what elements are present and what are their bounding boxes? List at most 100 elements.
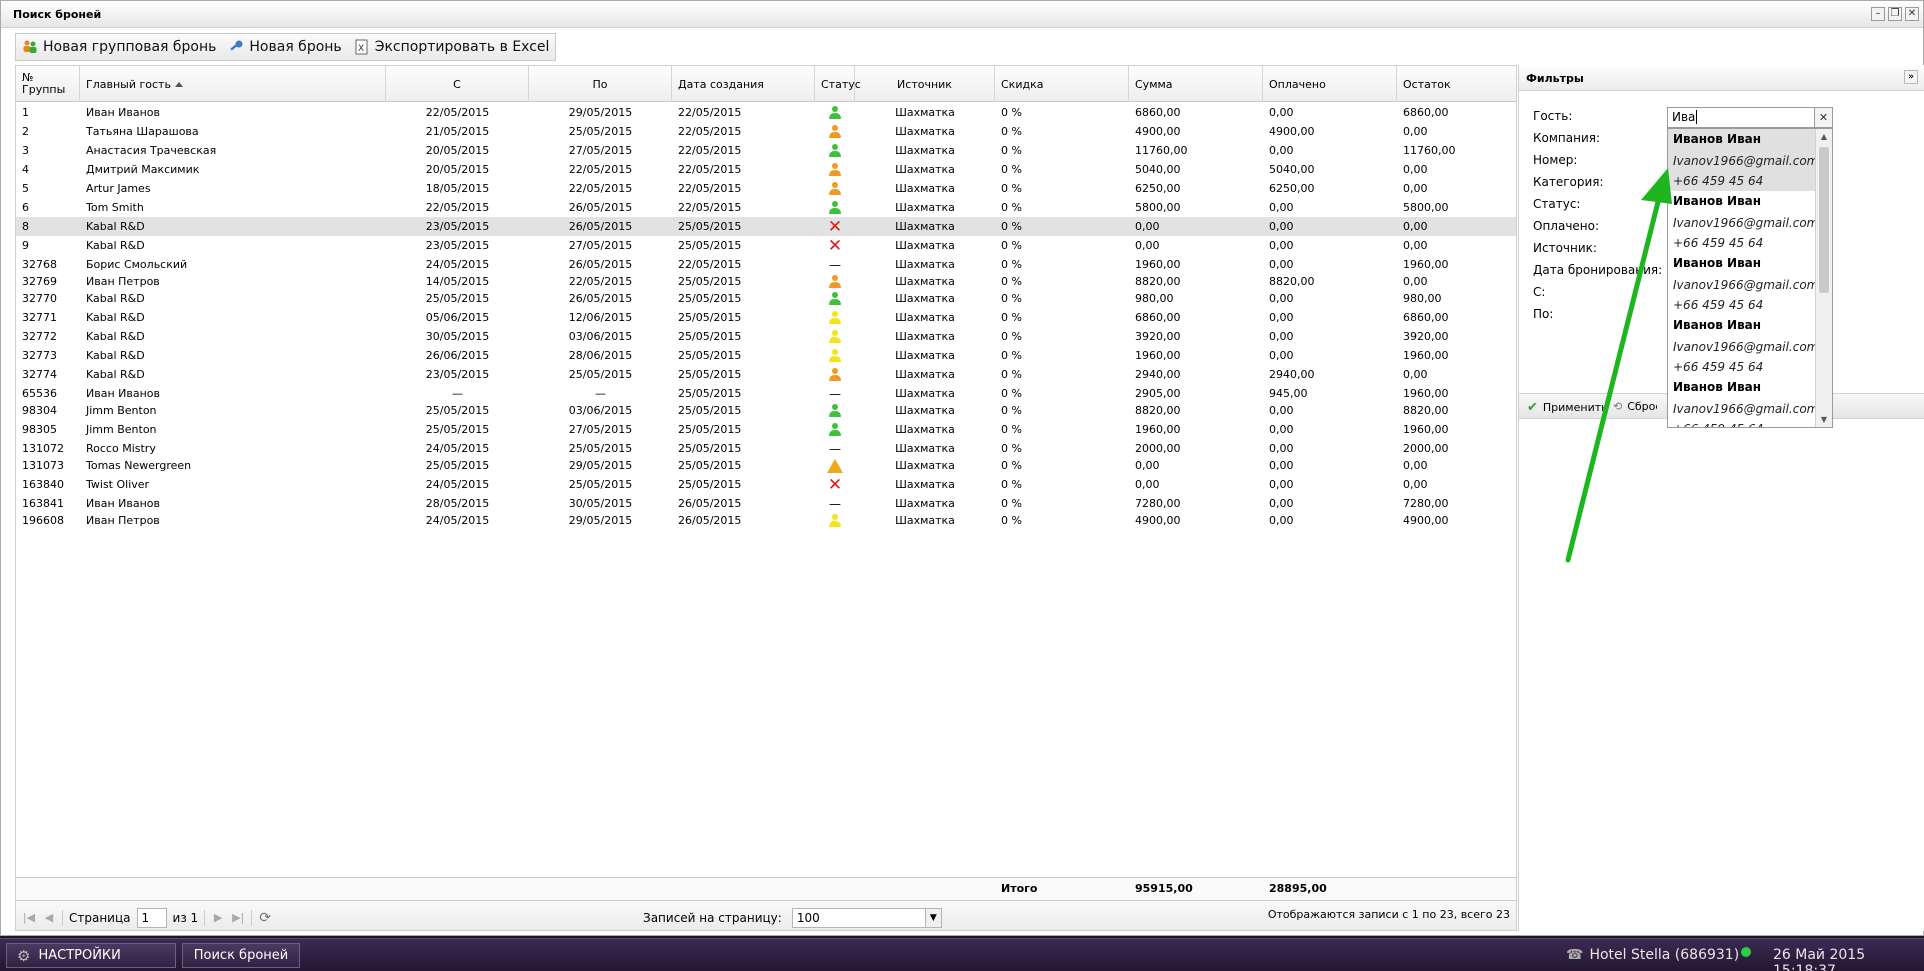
scroll-up-icon[interactable]: ▲: [1816, 132, 1832, 141]
cell-from: 30/05/2015: [425, 330, 490, 343]
export-excel-button[interactable]: X Экспортировать в Excel: [354, 39, 549, 55]
col-header-sum[interactable]: Сумма: [1129, 66, 1263, 102]
cell-from: 18/05/2015: [425, 182, 490, 195]
table-row[interactable]: 196608 Иван Петров 24/05/2015 29/05/2015 26/…: [16, 511, 1516, 530]
table-row[interactable]: 2 Татьяна Шарашова 21/05/2015 25/05/2015 22/…: [16, 122, 1516, 141]
no-status-icon: —: [829, 386, 841, 401]
cell-rest: 6860,00: [1403, 311, 1449, 324]
table-row[interactable]: 8 Kabal R&D 23/05/2015 26/05/2015 25/05/2015…: [16, 217, 1516, 236]
col-header-rest[interactable]: Остаток: [1397, 66, 1518, 102]
table-row[interactable]: 163840 Twist Oliver 24/05/2015 25/05/2015 25…: [16, 475, 1516, 494]
apply-filter-button[interactable]: ✔ Применить: [1527, 400, 1608, 415]
col-header-source-label: Источник: [897, 77, 952, 91]
col-header-from[interactable]: С: [386, 66, 529, 102]
page-number-input[interactable]: 1: [136, 908, 167, 928]
cell-sum: 0,00: [1135, 459, 1160, 472]
col-header-discount-label: Скидка: [1001, 77, 1044, 91]
filters-title: Фильтры: [1526, 72, 1584, 85]
table-row[interactable]: 4 Дмитрий Максимик 20/05/2015 22/05/2015 22/…: [16, 160, 1516, 179]
no-status-icon: —: [829, 257, 841, 272]
close-icon[interactable]: ✕: [1905, 7, 1919, 21]
table-row[interactable]: 3 Анастасия Трачевская 20/05/2015 27/05/201…: [16, 141, 1516, 160]
col-header-to[interactable]: По: [529, 66, 672, 102]
green-guest-icon: [827, 403, 843, 419]
cell-discount: 0 %: [1001, 330, 1022, 343]
status-cell: [815, 103, 855, 122]
cell-from: 25/05/2015: [425, 292, 490, 305]
reset-icon: ⟲: [1613, 400, 1623, 413]
table-row[interactable]: 32773 Kabal R&D 26/06/2015 28/06/2015 25/05/…: [16, 346, 1516, 365]
refresh-icon[interactable]: ⟳: [258, 911, 272, 925]
suggestion-name: Иванов Иван: [1673, 380, 1762, 394]
table-row[interactable]: 32771 Kabal R&D 05/06/2015 12/06/2015 25/05/…: [16, 308, 1516, 327]
table-row[interactable]: 32770 Kabal R&D 25/05/2015 26/05/2015 25/05/…: [16, 289, 1516, 308]
key-icon: [228, 39, 244, 55]
cell-rest: 0,00: [1403, 182, 1428, 195]
cell-sum: 0,00: [1135, 220, 1160, 233]
minimize-icon[interactable]: –: [1871, 7, 1885, 21]
filter-label: Статус:: [1533, 197, 1581, 211]
col-header-group[interactable]: № Группы: [16, 66, 80, 102]
restore-icon[interactable]: ❐: [1888, 7, 1902, 21]
table-row[interactable]: 5 Artur James 18/05/2015 22/05/2015 22/05/20…: [16, 179, 1516, 198]
suggestion-name: Иванов Иван: [1673, 194, 1762, 208]
suggestion-item[interactable]: Иванов Иван Ivanov1966@gmail.com +66 459 4…: [1668, 315, 1818, 377]
grid-header: № Группы Главный гость С По Дата создани…: [16, 66, 1516, 102]
taskbar-tab-booking-search[interactable]: Поиск броней: [182, 943, 300, 968]
table-row[interactable]: 32772 Kabal R&D 30/05/2015 03/06/2015 25/05/…: [16, 327, 1516, 346]
cell-created: 25/05/2015: [678, 292, 742, 305]
taskbar-tab-label: Поиск броней: [193, 948, 289, 963]
table-row[interactable]: 98305 Jimm Benton 25/05/2015 27/05/2015 25/0…: [16, 420, 1516, 439]
clear-icon[interactable]: ✕: [1815, 107, 1833, 128]
table-row[interactable]: 1 Иван Иванов 22/05/2015 29/05/2015 22/05/20…: [16, 103, 1516, 122]
status-cell: [815, 346, 855, 365]
table-row[interactable]: 9 Kabal R&D 23/05/2015 27/05/2015 25/05/2015…: [16, 236, 1516, 255]
collapse-icon[interactable]: »: [1904, 70, 1918, 84]
cell-from: 20/05/2015: [425, 163, 490, 176]
col-header-created[interactable]: Дата создания: [672, 66, 815, 102]
cell-discount: 0 %: [1001, 163, 1022, 176]
guest-filter-input[interactable]: Ива: [1667, 107, 1815, 128]
new-booking-button[interactable]: Новая бронь: [228, 39, 342, 55]
table-row[interactable]: 6 Tom Smith 22/05/2015 26/05/2015 22/05/2015…: [16, 198, 1516, 217]
cell-sum: 8820,00: [1135, 404, 1181, 417]
orange-guest-icon: [827, 162, 843, 178]
next-page-icon[interactable]: ▶: [211, 911, 225, 925]
scroll-down-icon[interactable]: ▼: [1816, 415, 1832, 424]
col-header-discount[interactable]: Скидка: [995, 66, 1129, 102]
prev-page-icon[interactable]: ◀: [42, 911, 56, 925]
scroll-thumb[interactable]: [1819, 147, 1829, 293]
cell-discount: 0 %: [1001, 106, 1022, 119]
status-cell: [815, 141, 855, 160]
last-page-icon[interactable]: ▶|: [231, 911, 245, 925]
table-row[interactable]: 32774 Kabal R&D 23/05/2015 25/05/2015 25/05/…: [16, 365, 1516, 384]
hotel-indicator: ☎ Hotel Stella (686931): [1566, 947, 1739, 963]
suggestion-item[interactable]: Иванов Иван Ivanov1966@gmail.com +66 459 4…: [1668, 191, 1818, 253]
cell-group: 163840: [22, 478, 64, 491]
dropdown-scrollbar[interactable]: ▲ ▼: [1815, 129, 1832, 427]
check-icon: ✔: [1527, 400, 1538, 415]
cell-source: Шахматка: [895, 368, 955, 381]
reset-filter-button[interactable]: ⟲ Сбросить: [1613, 400, 1657, 413]
suggestion-item[interactable]: Иванов Иван Ivanov1966@gmail.com +66 459 4…: [1668, 377, 1818, 427]
cell-discount: 0 %: [1001, 292, 1022, 305]
settings-button[interactable]: ⚙ НАСТРОЙКИ: [6, 943, 176, 968]
cell-group: 4: [22, 163, 29, 176]
col-header-source[interactable]: Источник: [855, 66, 995, 102]
table-row[interactable]: 98304 Jimm Benton 25/05/2015 03/06/2015 25/0…: [16, 401, 1516, 420]
green-guest-icon: [827, 105, 843, 121]
col-header-status[interactable]: Статус: [815, 66, 861, 102]
cell-source: Шахматка: [895, 239, 955, 252]
excel-icon: X: [354, 39, 370, 55]
suggestion-item[interactable]: Иванов Иван Ivanov1966@gmail.com +66 459 4…: [1668, 253, 1818, 315]
new-group-booking-button[interactable]: Новая групповая бронь: [22, 39, 216, 55]
col-header-guest[interactable]: Главный гость: [80, 66, 386, 102]
totals-sum: 95915,00: [1135, 882, 1193, 895]
suggestion-item[interactable]: Иванов Иван Ivanov1966@gmail.com +66 459 4…: [1668, 129, 1818, 191]
col-header-paid[interactable]: Оплачено: [1263, 66, 1397, 102]
records-summary: Отображаются записи с 1 по 23, всего 23: [1267, 908, 1510, 921]
chevron-down-icon[interactable]: ▼: [924, 909, 941, 927]
per-page-select[interactable]: 100 ▼: [791, 908, 942, 928]
table-row[interactable]: 131073 Tomas Newergreen 25/05/2015 29/05/20…: [16, 456, 1516, 475]
first-page-icon[interactable]: |◀: [22, 911, 36, 925]
